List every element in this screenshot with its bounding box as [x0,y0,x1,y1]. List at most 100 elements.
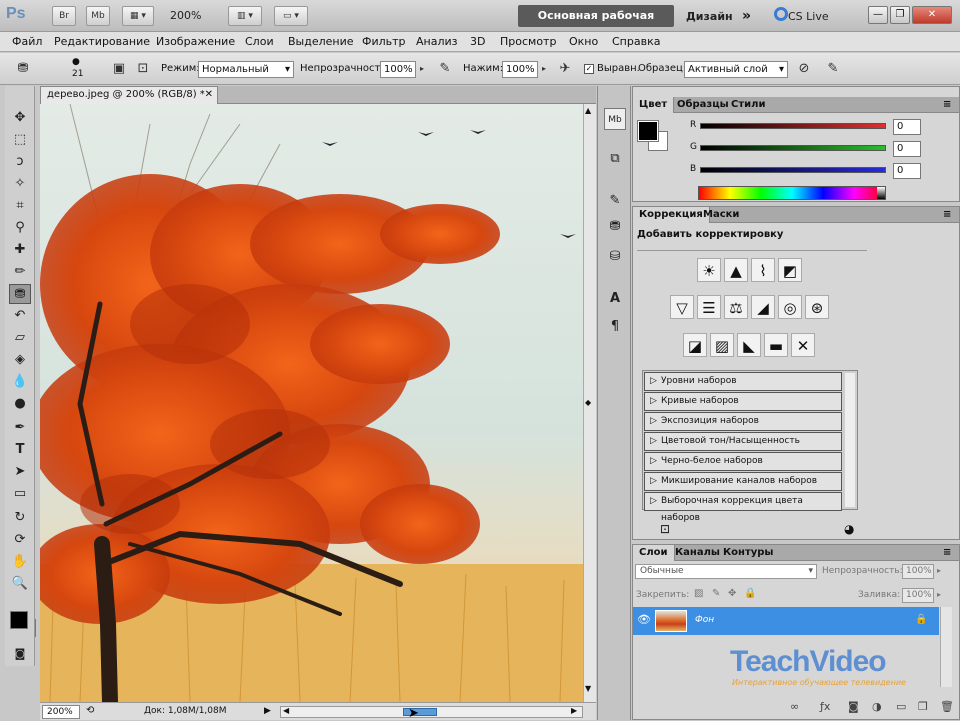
color-balance-icon[interactable]: ⚖ [724,295,748,319]
preset-selective-color[interactable]: ▷ Выборочная коррекция цвета наборов [644,492,842,523]
status-refresh-icon[interactable]: ⟲ [86,705,94,716]
layer-style-icon[interactable]: ƒx [820,700,830,713]
black-white-icon[interactable]: ◢ [751,295,775,319]
bridge-button[interactable]: Br [52,6,76,26]
blur-tool-icon[interactable]: 💧 [9,372,31,392]
mini-bridge-button[interactable]: Mb [86,6,110,26]
horizontal-scrollbar[interactable]: ◀ ▶ [280,706,583,718]
image-canvas[interactable] [40,104,583,702]
layer-name[interactable]: Фон [695,615,714,625]
preset-black-white[interactable]: ▷ Черно-белое наборов [644,452,842,471]
brightness-contrast-icon[interactable]: ☀ [697,258,721,282]
selective-color-icon[interactable]: ✕ [791,333,815,357]
color-spectrum-bar[interactable] [698,186,886,200]
lock-position-icon[interactable]: ✥ [728,588,736,599]
tablet-pressure-icon[interactable]: ✎ [824,60,842,78]
tab-styles[interactable]: Стили [725,97,771,113]
new-layer-icon[interactable]: ❐ [918,700,928,713]
delete-layer-icon[interactable]: 🗑 [940,700,954,713]
blue-value[interactable]: 0 [893,163,921,179]
clone-stamp-tool-icon[interactable]: ⛃ [9,284,31,304]
foreground-color-swatch[interactable] [637,120,659,142]
scroll-right-icon[interactable]: ▶ [571,706,577,715]
healing-brush-tool-icon[interactable]: ✚ [9,240,31,260]
tab-color[interactable]: Цвет [633,97,675,113]
menu-help[interactable]: Справка [612,35,660,48]
zoom-field[interactable]: 200% [42,705,80,719]
menu-window[interactable]: Окно [569,35,598,48]
quick-mask-icon[interactable]: ◙ [9,644,31,664]
arrange-documents-button[interactable]: ▥ ▾ [228,6,262,26]
opacity-arrow-icon[interactable]: ▸ [416,60,428,78]
character-panel-icon[interactable]: A [604,288,626,310]
brush-tool-icon[interactable]: ✏ [9,262,31,282]
preset-hue-saturation[interactable]: ▷Цветовой тон/Насыщенность наборов [644,432,842,463]
eraser-tool-icon[interactable]: ▱ [9,328,31,348]
opacity-input[interactable]: 100% [380,61,416,78]
move-tool-icon[interactable]: ✥ [9,108,31,128]
toggle-brush-panel-icon[interactable]: ▣ [110,60,128,78]
lock-transparency-icon[interactable]: ▨ [694,588,703,599]
photo-filter-icon[interactable]: ◎ [778,295,802,319]
preset-levels[interactable]: ▷ Уровни наборов [644,372,842,391]
pressure-input[interactable]: 100% [502,61,538,78]
presets-scrollbar[interactable] [845,373,855,507]
menu-edit[interactable]: Редактирование [54,35,150,48]
scroll-up-icon[interactable]: ▲ [585,106,591,115]
zoom-tool-icon[interactable]: 🔍 [9,574,31,594]
tab-masks[interactable]: Маски [697,207,745,223]
view-extras-button[interactable]: ▦ ▾ [122,6,154,26]
exposure-icon[interactable]: ◩ [778,258,802,282]
fill-arrow-icon[interactable]: ▸ [937,590,941,599]
preset-curves[interactable]: ▷ Кривые наборов [644,392,842,411]
link-layers-icon[interactable]: ∞ [790,700,799,713]
hue-saturation-icon[interactable]: ☰ [697,295,721,319]
clip-to-layer-icon[interactable]: ⊡ [660,522,670,536]
menu-select[interactable]: Выделение [288,35,354,48]
red-value[interactable]: 0 [893,119,921,135]
green-value[interactable]: 0 [893,141,921,157]
tool-presets-icon[interactable]: ⛁ [604,246,626,268]
minimize-button[interactable]: — [868,6,888,24]
quick-selection-tool-icon[interactable]: ✧ [9,174,31,194]
foreground-color-swatch[interactable] [10,611,28,629]
sample-select[interactable]: Активный слой ▾ [684,61,788,78]
curves-icon[interactable]: ⌇ [751,258,775,282]
shape-tool-icon[interactable]: ▭ [9,484,31,504]
levels-icon[interactable]: ▲ [724,258,748,282]
mini-bridge-icon[interactable]: Mb [604,108,626,130]
vertical-scrollbar[interactable]: ▲ ◆ ▼ [583,104,596,702]
workspace-essentials-button[interactable]: Основная рабочая среда [518,5,674,44]
opacity-arrow-icon[interactable]: ▸ [937,566,941,575]
blue-slider[interactable] [700,167,886,173]
brush-picker[interactable]: ● 21 [42,57,92,81]
type-tool-icon[interactable]: T [9,440,31,460]
scroll-left-icon[interactable]: ◀ [283,706,289,715]
3d-orbit-tool-icon[interactable]: ⟳ [9,530,31,550]
layers-scrollbar[interactable] [940,607,952,687]
menu-image[interactable]: Изображение [156,35,235,48]
ignore-adjustment-layers-icon[interactable]: ⊘ [795,60,813,78]
channel-mixer-icon[interactable]: ⊛ [805,295,829,319]
posterize-icon[interactable]: ▨ [710,333,734,357]
brush-presets-icon[interactable]: ✎ [604,190,626,212]
screen-mode-button[interactable]: ▭ ▾ [274,6,308,26]
layer-mask-icon[interactable]: ◙ [848,700,859,713]
dodge-tool-icon[interactable]: ● [9,394,31,414]
aligned-checkbox[interactable]: ✓ [584,64,594,74]
pressure-arrow-icon[interactable]: ▸ [538,60,550,78]
menu-3d[interactable]: 3D [470,35,485,48]
maximize-button[interactable]: ❐ [890,6,910,24]
layer-opacity-input[interactable]: 100% [902,564,934,579]
pen-tool-icon[interactable]: ✒ [9,418,31,438]
scroll-down-icon[interactable]: ▼ [585,684,591,693]
layer-row-background[interactable]: 👁 Фон 🔒 [633,607,939,635]
adjustment-options-icon[interactable]: ◕ [844,522,854,536]
tab-paths[interactable]: Контуры [717,545,779,561]
close-tab-icon[interactable]: ✕ [205,87,213,103]
more-workspaces-icon[interactable]: » [742,8,751,24]
red-slider[interactable] [700,123,886,129]
paragraph-panel-icon[interactable]: ¶ [604,316,626,338]
blend-mode-select[interactable]: Обычные ▾ [635,564,817,579]
menu-view[interactable]: Просмотр [500,35,556,48]
